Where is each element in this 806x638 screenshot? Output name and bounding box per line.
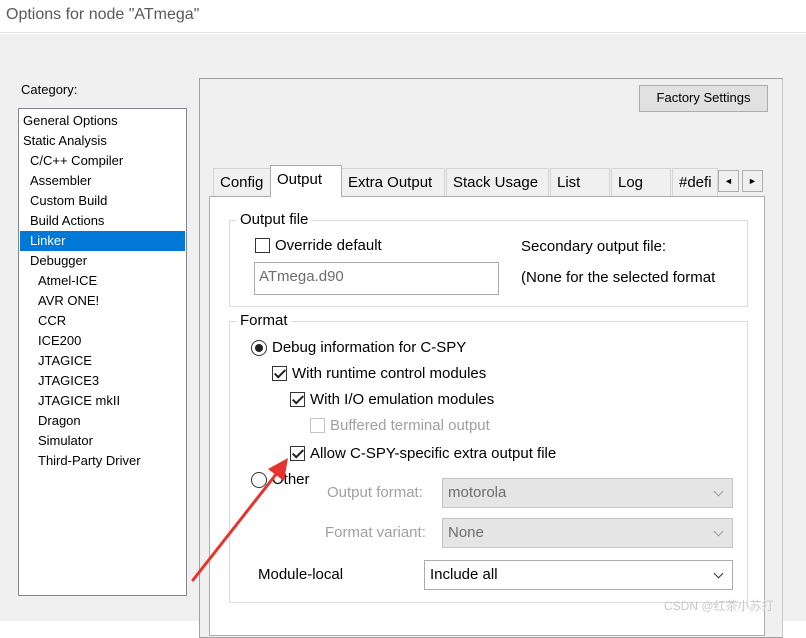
- output-format-select[interactable]: motorola: [442, 478, 733, 508]
- debug-info-label: Debug information for C-SPY: [272, 339, 467, 356]
- tab-config[interactable]: Config: [213, 168, 271, 196]
- buffered-terminal-checkbox[interactable]: [310, 418, 325, 433]
- tab-defines[interactable]: #defi: [672, 168, 718, 196]
- category-item-ccr[interactable]: CCR: [20, 311, 185, 331]
- other-format-radio[interactable]: [251, 472, 267, 488]
- format-group-title: Format: [237, 312, 291, 330]
- category-item-static-analysis[interactable]: Static Analysis: [20, 131, 185, 151]
- category-item-jtagice[interactable]: JTAGICE: [20, 351, 185, 371]
- category-item-general-options[interactable]: General Options: [20, 111, 185, 131]
- module-local-select[interactable]: Include all: [424, 560, 733, 590]
- debug-info-radio[interactable]: [251, 340, 267, 356]
- tab-extra-output[interactable]: Extra Output: [341, 168, 445, 196]
- category-item-jtagice-mkii[interactable]: JTAGICE mkII: [20, 391, 185, 411]
- format-variant-label: Format variant:: [325, 524, 426, 541]
- io-emulation-checkbox[interactable]: [290, 392, 305, 407]
- io-emulation-label: With I/O emulation modules: [310, 391, 495, 408]
- category-item-ice200[interactable]: ICE200: [20, 331, 185, 351]
- runtime-modules-label: With runtime control modules: [292, 365, 487, 382]
- secondary-output-label: Secondary output file:: [521, 238, 667, 255]
- override-default-label: Override default: [275, 237, 382, 254]
- other-format-label: Other: [272, 471, 310, 488]
- allow-extra-output-label: Allow C-SPY-specific extra output file: [310, 445, 557, 462]
- buffered-terminal-label: Buffered terminal output: [330, 417, 490, 434]
- category-item-simulator[interactable]: Simulator: [20, 431, 185, 451]
- factory-settings-button[interactable]: Factory Settings: [639, 85, 768, 112]
- watermark: CSDN @红茶小苏打: [664, 599, 774, 613]
- category-item-debugger[interactable]: Debugger: [20, 251, 185, 271]
- tab-list[interactable]: List: [550, 168, 610, 196]
- category-label: Category:: [21, 82, 78, 97]
- output-format-label: Output format:: [327, 484, 423, 501]
- allow-extra-output-checkbox[interactable]: [290, 446, 305, 461]
- tab-log[interactable]: Log: [611, 168, 671, 196]
- runtime-modules-checkbox[interactable]: [272, 366, 287, 381]
- module-local-label: Module-local: [258, 566, 344, 583]
- output-format-value: motorola: [448, 484, 507, 501]
- category-item-linker[interactable]: Linker: [20, 231, 185, 251]
- category-list[interactable]: General Options Static Analysis C/C++ Co…: [18, 108, 187, 596]
- category-item-third-party-driver[interactable]: Third-Party Driver: [20, 451, 185, 471]
- output-filename-field[interactable]: ATmega.d90: [254, 262, 499, 295]
- category-item-dragon[interactable]: Dragon: [20, 411, 185, 431]
- tab-stack-usage[interactable]: Stack Usage: [446, 168, 549, 196]
- tab-scroll-right-icon[interactable]: ►: [742, 170, 763, 192]
- category-item-assembler[interactable]: Assembler: [20, 171, 185, 191]
- category-item-avr-one[interactable]: AVR ONE!: [20, 291, 185, 311]
- category-item-compiler[interactable]: C/C++ Compiler: [20, 151, 185, 171]
- category-item-custom-build[interactable]: Custom Build: [20, 191, 185, 211]
- tab-output[interactable]: Output: [270, 165, 342, 197]
- title-bar: Options for node "ATmega": [0, 0, 806, 33]
- format-variant-value: None: [448, 524, 484, 541]
- category-item-atmel-ice[interactable]: Atmel-ICE: [20, 271, 185, 291]
- category-item-build-actions[interactable]: Build Actions: [20, 211, 185, 231]
- category-item-jtagice3[interactable]: JTAGICE3: [20, 371, 185, 391]
- output-file-group-title: Output file: [237, 211, 312, 229]
- chevron-down-icon: [713, 568, 724, 579]
- window-title: Options for node "ATmega": [6, 6, 200, 23]
- module-local-value: Include all: [430, 566, 498, 583]
- format-variant-select[interactable]: None: [442, 518, 733, 548]
- tab-scroll-left-icon[interactable]: ◄: [718, 170, 739, 192]
- override-default-checkbox[interactable]: [255, 238, 270, 253]
- chevron-down-icon: [713, 486, 724, 497]
- secondary-output-value: (None for the selected format: [521, 269, 716, 286]
- chevron-down-icon: [713, 526, 724, 537]
